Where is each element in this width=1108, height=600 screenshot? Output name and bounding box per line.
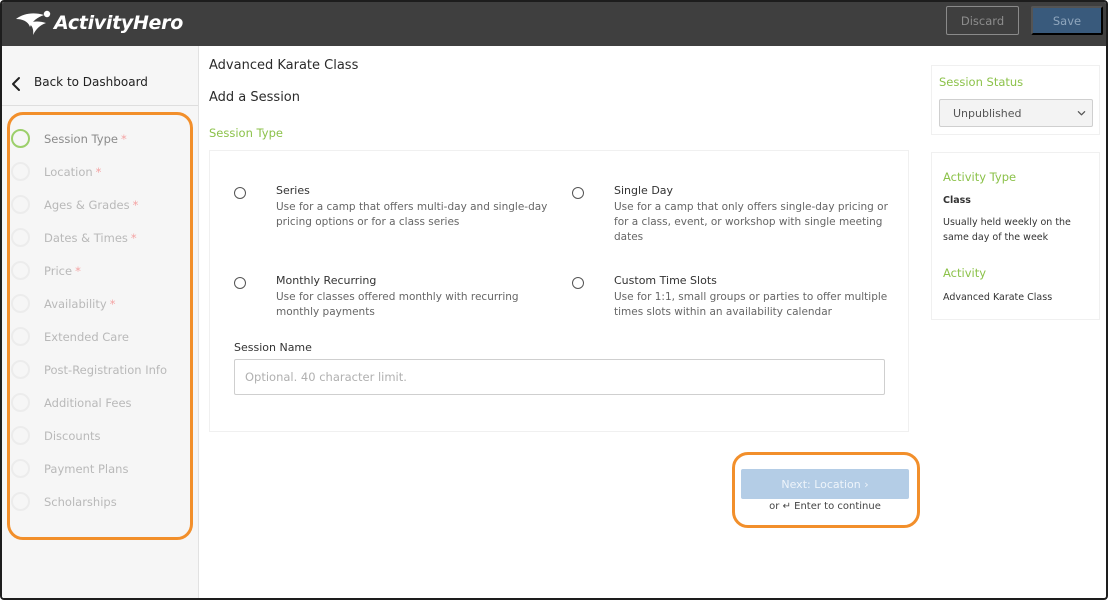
sidebar-item-dates-times[interactable]: Dates & Times *: [2, 222, 198, 252]
step-status-icon: [11, 228, 30, 247]
session-name-input[interactable]: [234, 359, 885, 395]
step-label: Extended Care: [44, 330, 129, 344]
activity-value: Advanced Karate Class: [943, 292, 1053, 303]
required-marker: *: [132, 198, 139, 212]
required-marker: *: [109, 297, 116, 311]
step-status-icon: [11, 129, 30, 148]
step-label: Ages & Grades: [44, 198, 130, 212]
monthly-recurring-radio[interactable]: [234, 277, 246, 289]
session-type-card: Series Use for a camp that offers multi-…: [209, 150, 909, 432]
activity-type-value: Class: [943, 195, 971, 206]
step-label: Availability: [44, 297, 107, 311]
session-status-label: Session Status: [939, 75, 1024, 89]
step-status-icon: [11, 261, 30, 280]
required-marker: *: [75, 264, 81, 278]
step-label: Post-Registration Info: [44, 363, 167, 377]
activity-type-description: Usually held weekly on the same day of t…: [943, 217, 1071, 243]
activity-heading: Activity: [943, 266, 987, 280]
logo[interactable]: ActivityHero: [14, 8, 183, 38]
option-title: Custom Time Slots: [614, 274, 717, 287]
sidebar-item-payment-plans[interactable]: Payment Plans: [2, 453, 198, 483]
step-label: Dates & Times: [44, 231, 128, 245]
next-location-button[interactable]: Next: Location ›: [741, 469, 909, 499]
step-status-icon: [11, 459, 30, 478]
sidebar-item-session-type[interactable]: Session Type *: [2, 123, 198, 153]
step-label: Location: [44, 165, 93, 179]
step-label: Price: [44, 264, 73, 278]
option-description: Use for a camp that only offers single-d…: [614, 201, 888, 243]
session-status-card: Session Status Unpublished: [931, 65, 1100, 135]
custom-time-slots-radio[interactable]: [572, 277, 584, 289]
step-status-icon: [11, 294, 30, 313]
chevron-left-icon: [12, 77, 20, 91]
sidebar-item-extended-care[interactable]: Extended Care: [2, 321, 198, 351]
required-marker: *: [95, 165, 102, 179]
discard-button[interactable]: Discard: [946, 6, 1019, 35]
step-status-icon: [11, 360, 30, 379]
step-status-icon: [11, 393, 30, 412]
option-description: Use for a camp that offers multi-day and…: [276, 201, 548, 228]
option-description: Use for 1:1, small groups or parties to …: [614, 291, 888, 318]
step-label: Session Type: [44, 132, 118, 146]
option-description: Use for classes offered monthly with rec…: [276, 291, 519, 318]
enter-hint: or ↵ Enter to continue: [769, 501, 881, 512]
save-button[interactable]: Save: [1031, 6, 1103, 35]
sidebar-item-additional-fees[interactable]: Additional Fees: [2, 387, 198, 417]
top-bar: ActivityHero Discard Save: [2, 2, 1106, 46]
sidebar-item-post-registration-info[interactable]: Post-Registration Info: [2, 354, 198, 384]
sidebar-item-discounts[interactable]: Discounts: [2, 420, 198, 450]
step-label: Additional Fees: [44, 396, 132, 410]
app-frame: ActivityHero Discard Save Back to Dashbo…: [0, 0, 1108, 600]
single-day-radio[interactable]: [572, 187, 584, 199]
activity-type-heading: Activity Type: [943, 170, 1017, 184]
step-status-icon: [11, 492, 30, 511]
step-status-icon: [11, 426, 30, 445]
session-status-value: Unpublished: [953, 106, 1022, 120]
step-status-icon: [11, 327, 30, 346]
page-title: Advanced Karate Class: [209, 58, 359, 73]
option-title: Series: [276, 184, 310, 197]
sidebar-item-ages-grades[interactable]: Ages & Grades *: [2, 189, 198, 219]
sidebar-item-scholarships[interactable]: Scholarships: [2, 486, 198, 516]
step-status-icon: [11, 195, 30, 214]
activity-info-card: Activity Type Class Usually held weekly …: [931, 152, 1100, 320]
sidebar: Back to Dashboard Session Type * Location…: [2, 46, 199, 598]
activityhero-logo-icon: [16, 10, 51, 35]
step-status-icon: [11, 162, 30, 181]
required-marker: *: [130, 231, 137, 245]
chevron-down-icon: [1077, 111, 1086, 116]
step-label: Discounts: [44, 429, 101, 443]
back-to-dashboard-link[interactable]: Back to Dashboard: [2, 62, 198, 106]
required-marker: *: [120, 132, 127, 146]
series-radio[interactable]: [234, 187, 246, 199]
sidebar-item-location[interactable]: Location *: [2, 156, 198, 186]
sidebar-item-availability[interactable]: Availability *: [2, 288, 198, 318]
session-name-label: Session Name: [234, 341, 312, 354]
section-heading: Session Type: [209, 126, 283, 140]
sidebar-item-price[interactable]: Price *: [2, 255, 198, 285]
step-label: Payment Plans: [44, 462, 129, 476]
page-subtitle: Add a Session: [209, 90, 300, 105]
option-title: Single Day: [614, 184, 674, 197]
back-to-dashboard-label: Back to Dashboard: [34, 75, 148, 89]
logo-text: ActivityHero: [54, 12, 183, 34]
option-title: Monthly Recurring: [276, 274, 377, 287]
step-label: Scholarships: [44, 495, 117, 509]
session-status-select[interactable]: Unpublished: [939, 99, 1093, 127]
